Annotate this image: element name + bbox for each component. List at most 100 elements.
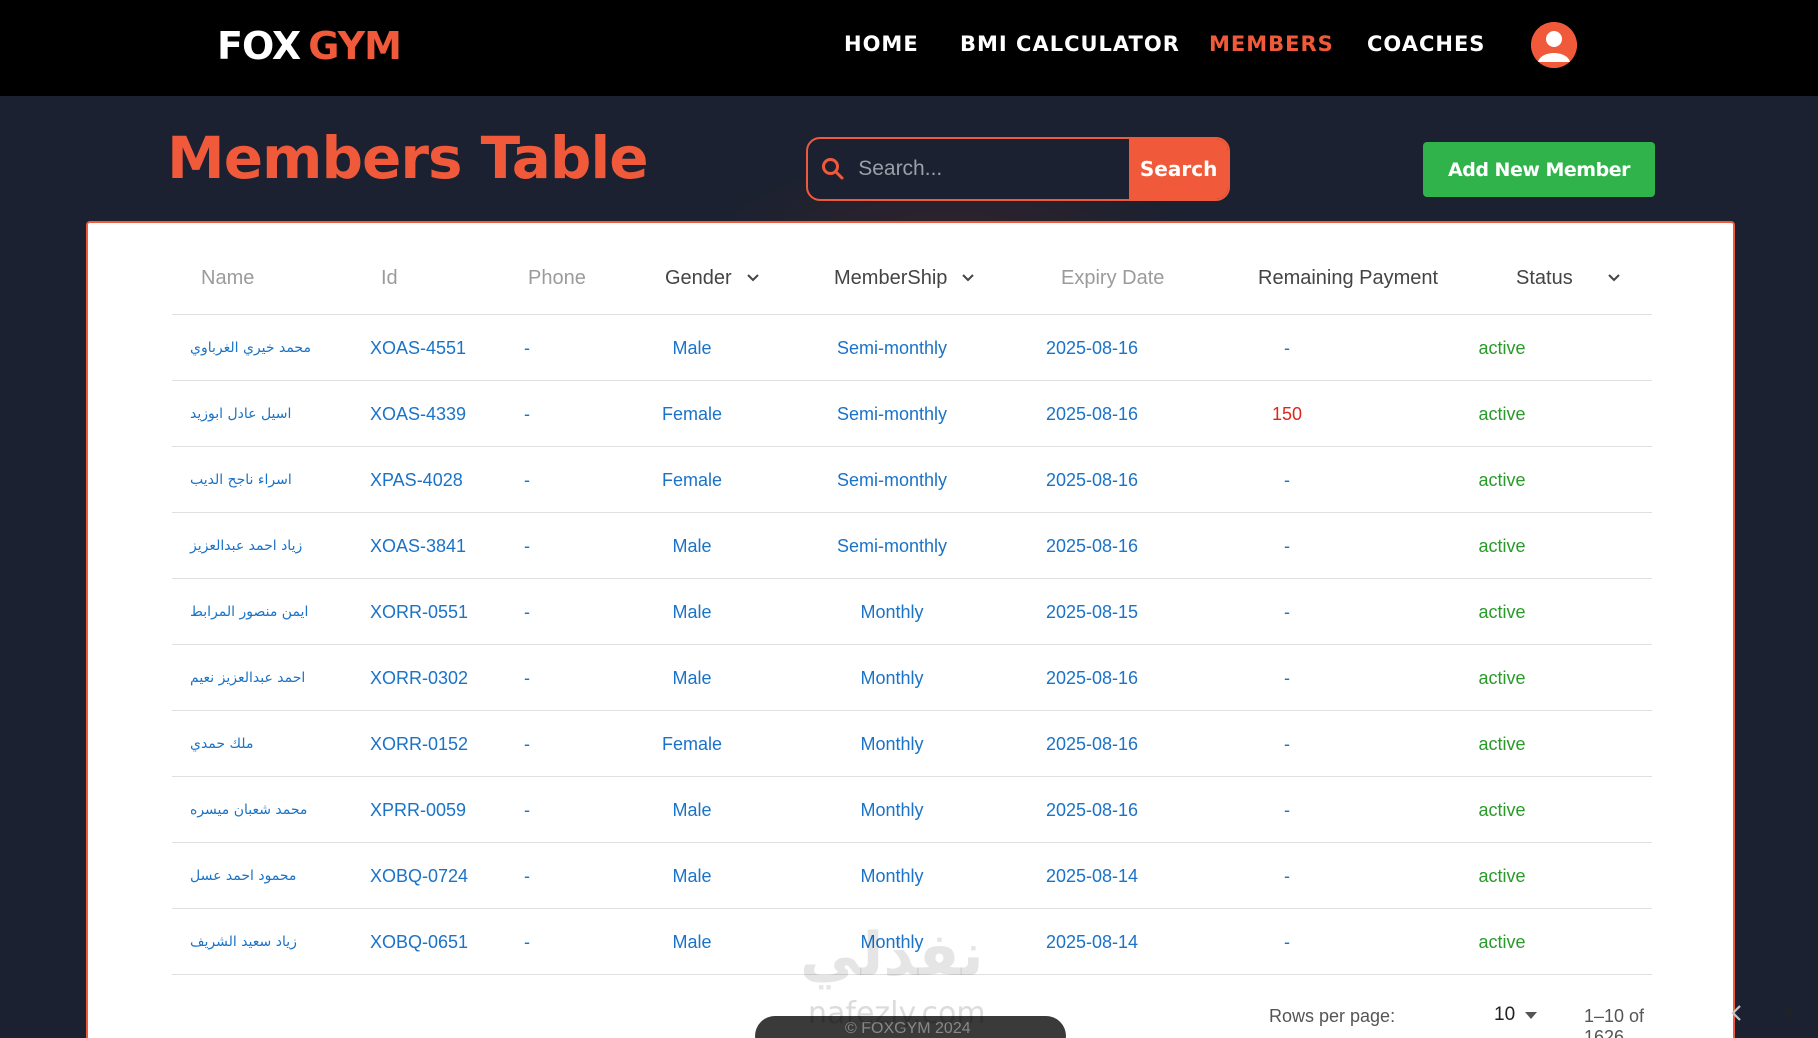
table-row[interactable]: احمد عبدالعزيز نعيم XORR-0302 - Male Mon… — [172, 645, 1652, 711]
cell-expiry: 2025-08-16 — [1045, 733, 1139, 754]
cell-membership: Monthly — [860, 733, 924, 754]
cell-name: احمد عبدالعزيز نعيم — [190, 670, 306, 686]
table-row[interactable]: محمد شعبان ميسره XPRR-0059 - Male Monthl… — [172, 777, 1652, 843]
cell-id: XOAS-4339 — [370, 403, 467, 424]
cell-phone: - — [524, 931, 530, 952]
cell-remaining: - — [1284, 799, 1290, 820]
chevron-left-icon — [1731, 1005, 1741, 1021]
cell-status: active — [1478, 469, 1526, 490]
column-header-status[interactable]: Status — [1516, 258, 1621, 298]
cell-gender: Male — [672, 931, 712, 952]
table-row[interactable]: محمود احمد عسل XOBQ-0724 - Male Monthly … — [172, 843, 1652, 909]
column-header-label: Phone — [528, 266, 586, 289]
table-row[interactable]: زياد احمد عبدالعزيز XOAS-3841 - Male Sem… — [172, 513, 1652, 579]
chevron-down-icon — [746, 273, 760, 283]
column-header-label: Gender — [665, 266, 732, 289]
cell-gender: Male — [672, 865, 712, 886]
cell-expiry: 2025-08-16 — [1045, 469, 1139, 490]
cell-status: active — [1478, 667, 1526, 688]
top-navbar: FOX GYM HOME BMI CALCULATOR MEMBERS COACH… — [0, 0, 1818, 96]
page-title: Members Table — [167, 124, 649, 192]
cell-expiry: 2025-08-15 — [1045, 601, 1139, 622]
cell-expiry: 2025-08-14 — [1045, 931, 1139, 952]
nav-item-coaches[interactable]: COACHES — [1367, 32, 1485, 56]
cell-expiry: 2025-08-16 — [1045, 337, 1139, 358]
table-row[interactable]: اسراء ناجح الديب XPAS-4028 - Female Semi… — [172, 447, 1652, 513]
rows-per-page-value: 10 — [1494, 1004, 1516, 1025]
watermark-url: nafezly.com — [808, 996, 986, 1031]
search-input[interactable] — [858, 139, 1130, 199]
chevron-down-icon — [961, 273, 975, 283]
chevron-down-icon — [1607, 273, 1621, 283]
cell-id: XOBQ-0651 — [370, 931, 469, 952]
column-header-label: Id — [381, 266, 398, 289]
cell-status: active — [1478, 601, 1526, 622]
cell-name: اسيل عادل ابوزيد — [190, 406, 292, 422]
cell-gender: Female — [661, 469, 723, 490]
cell-status: active — [1478, 337, 1526, 358]
cell-name: زياد احمد عبدالعزيز — [190, 538, 303, 554]
cell-id: XOAS-3841 — [370, 535, 467, 556]
cell-name: محمود احمد عسل — [190, 868, 297, 884]
cell-name: محمد شعبان ميسره — [190, 802, 308, 818]
table-row[interactable]: اسيل عادل ابوزيد XOAS-4339 - Female Semi… — [172, 381, 1652, 447]
chevron-right-icon — [1784, 1005, 1794, 1021]
rows-per-page-select[interactable]: 10 — [1494, 1004, 1538, 1026]
table-row[interactable]: محمد خيري الغرباوي XOAS-4551 - Male Semi… — [172, 315, 1652, 381]
cell-id: XPAS-4028 — [370, 469, 463, 490]
column-header-label: MemberShip — [834, 266, 948, 289]
cell-remaining: - — [1284, 931, 1290, 952]
cell-id: XORR-0551 — [370, 601, 469, 622]
nav-item-bmi-calculator[interactable]: BMI CALCULATOR — [960, 32, 1180, 56]
cell-status: active — [1478, 733, 1526, 754]
nav-item-members[interactable]: MEMBERS — [1209, 32, 1334, 56]
table-row[interactable]: ايمن منصور المرابط XORR-0551 - Male Mont… — [172, 579, 1652, 645]
cell-remaining: - — [1284, 865, 1290, 886]
column-header-label: Name — [201, 266, 255, 289]
cell-phone: - — [524, 403, 530, 424]
cell-status: active — [1478, 931, 1526, 952]
cell-phone: - — [524, 601, 530, 622]
cell-gender: Male — [672, 667, 712, 688]
cell-expiry: 2025-08-14 — [1045, 865, 1139, 886]
cell-status: active — [1478, 865, 1526, 886]
cell-status: active — [1478, 799, 1526, 820]
column-header-label: Expiry Date — [1061, 266, 1165, 289]
search-button[interactable]: Search — [1129, 139, 1228, 199]
column-header-expiry-date[interactable]: Expiry Date — [1061, 258, 1164, 298]
previous-page-button[interactable] — [1727, 1003, 1747, 1028]
next-page-button[interactable] — [1778, 1003, 1798, 1028]
column-header-remaining-payment[interactable]: Remaining Payment — [1258, 258, 1438, 298]
cell-status: active — [1478, 535, 1526, 556]
column-header-label: Status — [1516, 266, 1573, 289]
cell-phone: - — [524, 865, 530, 886]
cell-expiry: 2025-08-16 — [1045, 403, 1139, 424]
caret-down-icon — [1525, 1004, 1538, 1026]
cell-gender: Male — [672, 337, 712, 358]
column-header-name[interactable]: Name — [201, 258, 254, 298]
cell-phone: - — [524, 535, 530, 556]
column-header-id[interactable]: Id — [381, 258, 398, 298]
table-row[interactable]: ملك حمدي XORR-0152 - Female Monthly 2025… — [172, 711, 1652, 777]
cell-gender: Male — [672, 601, 712, 622]
nav-item-home[interactable]: HOME — [844, 32, 919, 56]
cell-name: محمد خيري الغرباوي — [190, 340, 311, 356]
brand-part-2: GYM — [308, 24, 402, 68]
cell-remaining: - — [1284, 535, 1290, 556]
column-header-membership[interactable]: MemberShip — [834, 258, 975, 298]
members-table-card: Name Id Phone Gender MemberShip Expiry D… — [86, 221, 1794, 1038]
cell-membership: Monthly — [860, 667, 924, 688]
cell-remaining: - — [1284, 733, 1290, 754]
column-header-phone[interactable]: Phone — [528, 258, 586, 298]
cell-name: اسراء ناجح الديب — [190, 472, 292, 488]
brand-logo[interactable]: FOX GYM — [217, 24, 402, 68]
cell-id: XPRR-0059 — [370, 799, 467, 820]
rows-per-page-label: Rows per page: — [1269, 1006, 1396, 1026]
column-header-gender[interactable]: Gender — [665, 258, 760, 298]
cell-name: ملك حمدي — [190, 736, 254, 752]
cell-membership: Semi-monthly — [836, 469, 948, 490]
add-new-member-button[interactable]: Add New Member — [1423, 142, 1655, 197]
column-header-label: Remaining Payment — [1258, 266, 1439, 289]
user-avatar-icon[interactable] — [1531, 22, 1577, 68]
cell-gender: Female — [661, 403, 723, 424]
